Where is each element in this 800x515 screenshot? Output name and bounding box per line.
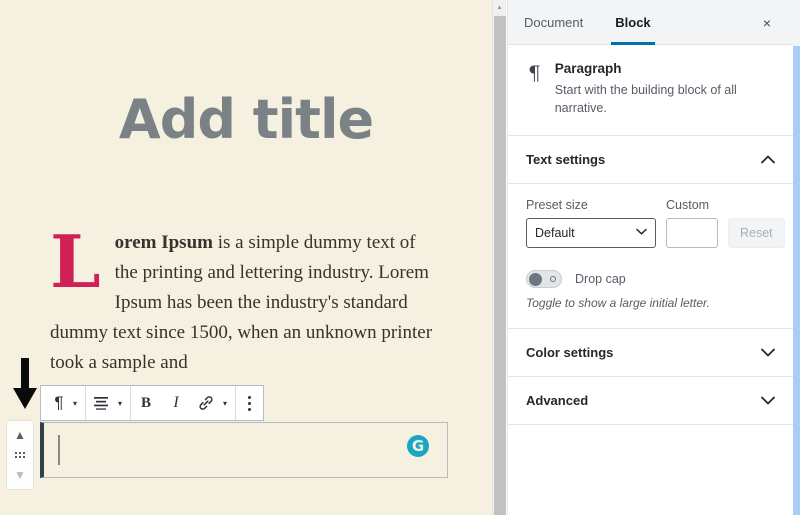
chevron-down-icon[interactable] <box>761 393 775 408</box>
canvas-scrollbar-thumb[interactable] <box>494 16 506 515</box>
selected-empty-block[interactable]: G <box>40 422 448 478</box>
paragraph-type-icon[interactable]: ¶ <box>41 386 71 420</box>
drop-cap-row: Drop cap <box>526 270 775 289</box>
settings-sidebar: Document Block × ¶ Paragraph Start with … <box>507 0 793 515</box>
toolbar-group-blocktype: ¶ ▾ <box>41 386 87 420</box>
canvas-scrollbar[interactable]: ▴ <box>492 0 506 515</box>
panel-title: Text settings <box>526 152 606 168</box>
toolbar-group-align: ▾ <box>86 386 132 420</box>
drop-cap-help-text: Toggle to show a large initial letter. <box>526 296 710 311</box>
browser-scrollbar-strip[interactable] <box>793 0 800 515</box>
editor-canvas[interactable]: Add title Lorem Ipsum is a simple dummy … <box>0 0 492 515</box>
block-toolbar[interactable]: ¶ ▾ ▾ B I ▾ <box>40 385 265 421</box>
paragraph-lead-text: orem Ipsum <box>114 232 213 253</box>
panel-advanced-header[interactable]: Advanced <box>508 377 793 426</box>
close-icon[interactable]: × <box>755 11 779 35</box>
drop-cap-label: Drop cap <box>575 272 626 287</box>
drop-cap-toggle[interactable] <box>526 270 562 289</box>
scroll-up-arrow-icon[interactable]: ▴ <box>493 0 506 14</box>
more-formats-caret-icon[interactable]: ▾ <box>221 386 235 420</box>
chevron-down-icon[interactable] <box>761 345 775 360</box>
block-type-caret-icon[interactable]: ▾ <box>71 386 85 420</box>
panel-title: Advanced <box>526 393 589 409</box>
custom-size-label: Custom <box>666 198 710 213</box>
post-title-placeholder[interactable]: Add title <box>0 88 492 151</box>
block-card-description: Start with the building block of all nar… <box>554 83 737 116</box>
paragraph-icon: ¶ <box>528 61 541 85</box>
block-mover[interactable]: ▲ ▼ <box>6 420 34 490</box>
reset-button[interactable]: Reset <box>728 218 785 249</box>
paragraph-body-text: is a simple dummy text of the printing a… <box>50 232 433 373</box>
toggle-off-indicator-icon <box>550 276 556 283</box>
tab-document[interactable]: Document <box>508 0 599 45</box>
drag-handle-icon[interactable] <box>10 446 30 464</box>
panel-color-settings-header[interactable]: Color settings <box>508 329 793 378</box>
move-up-button[interactable]: ▲ <box>10 426 30 444</box>
toggle-knob <box>529 272 542 286</box>
italic-button[interactable]: I <box>161 386 191 420</box>
toolbar-group-options <box>236 386 263 420</box>
text-cursor <box>58 435 60 465</box>
block-card-title: Paragraph <box>554 61 622 76</box>
sidebar-tabs: Document Block × <box>508 0 793 45</box>
preset-size-label: Preset size <box>526 198 588 213</box>
paragraph-block[interactable]: Lorem Ipsum is a simple dummy text of th… <box>50 219 440 378</box>
align-icon[interactable] <box>86 386 116 420</box>
bold-button[interactable]: B <box>131 386 161 420</box>
chevron-down-icon[interactable] <box>636 227 647 238</box>
drop-cap-letter: L <box>50 219 101 304</box>
browser-scrollbar-strip-top <box>793 0 800 46</box>
toolbar-group-format: B I ▾ <box>131 386 237 420</box>
preset-size-select[interactable]: Default <box>526 218 656 249</box>
annotation-down-arrow <box>12 358 38 415</box>
block-info-card: ¶ Paragraph Start with the building bloc… <box>508 45 793 137</box>
grammarly-icon[interactable]: G <box>407 435 429 457</box>
custom-size-input[interactable] <box>666 218 718 249</box>
app-root: Add title Lorem Ipsum is a simple dummy … <box>0 0 800 515</box>
move-down-button[interactable]: ▼ <box>10 466 30 484</box>
panel-text-settings-header[interactable]: Text settings <box>508 136 793 185</box>
text-settings-body: Preset size Default Custom Reset Drop ca… <box>508 184 793 330</box>
align-caret-icon[interactable]: ▾ <box>116 386 130 420</box>
link-icon[interactable] <box>191 386 221 420</box>
chevron-up-icon[interactable] <box>761 152 775 167</box>
panel-title: Color settings <box>526 345 614 361</box>
font-size-row: Preset size Default Custom Reset <box>526 198 785 249</box>
block-options-icon[interactable] <box>236 395 263 411</box>
tab-block[interactable]: Block <box>599 0 666 45</box>
